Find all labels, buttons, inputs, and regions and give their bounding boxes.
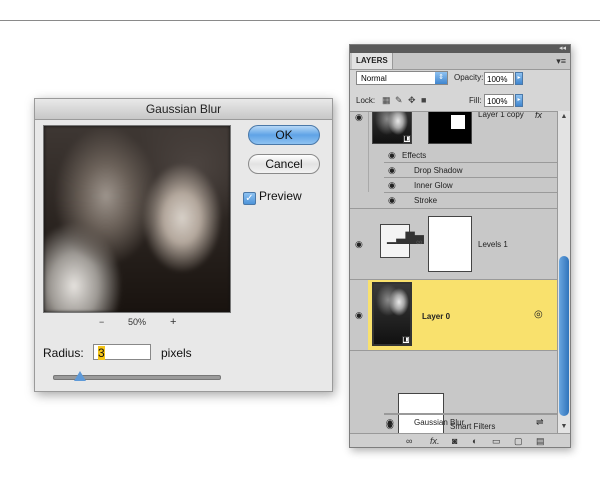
divider	[384, 162, 557, 163]
add-layer-style-icon[interactable]: fx.	[430, 435, 440, 447]
filter-gaussian-blur[interactable]: Gaussian Blur	[414, 418, 464, 427]
link-layers-icon[interactable]: ∞	[406, 435, 412, 447]
radius-label: Radius:	[43, 346, 84, 360]
lock-position-icon[interactable]: ✥	[408, 95, 416, 105]
fill-input[interactable]: 100%	[484, 94, 514, 107]
lock-all-icon[interactable]: ■	[421, 95, 426, 105]
preview-checkbox[interactable]: ✓	[243, 192, 256, 205]
layer-name-layer-1-copy[interactable]: Layer 1 copy	[478, 112, 524, 119]
layers-bottom-toolbar: ∞ fx. ◙ ◐ ▭ ▢ ▤	[350, 433, 570, 447]
visibility-eye-icon[interactable]: ◉	[355, 239, 363, 250]
tab-layers[interactable]: LAYERS	[352, 53, 393, 69]
layers-panel: ◂◂ LAYERS ▾≡ Normal ⇕ Opacity: 100% ▸ Lo…	[349, 44, 571, 448]
radius-slider-thumb[interactable]	[74, 371, 86, 381]
stroke-eye-icon[interactable]: ◉	[388, 195, 396, 206]
opacity-dropdown-icon[interactable]: ▸	[515, 72, 523, 85]
collapse-icon[interactable]: ◂◂	[559, 45, 566, 53]
preview-label: Preview	[259, 189, 302, 203]
effects-visibility-eye-icon[interactable]: ◉	[388, 150, 396, 161]
link-icon[interactable]: ∞	[416, 237, 422, 247]
opacity-input[interactable]: 100%	[484, 72, 514, 85]
filter-options-icon[interactable]: ⇌	[536, 417, 544, 428]
fill-label: Fill:	[469, 96, 482, 105]
lock-image-icon[interactable]: ✎	[395, 95, 403, 105]
drop-shadow-eye-icon[interactable]: ◉	[388, 165, 396, 176]
layer-thumbnail[interactable]: ◧	[372, 112, 412, 144]
panel-menu-icon[interactable]: ▾≡	[556, 53, 566, 69]
select-arrows-icon: ⇕	[435, 72, 447, 84]
ok-button[interactable]: OK	[248, 125, 320, 145]
zoom-out-button[interactable]: −	[99, 317, 104, 327]
preview-photo	[44, 126, 230, 312]
preview-checkbox-row[interactable]: ✓ Preview	[243, 189, 302, 205]
layer-mask-thumbnail[interactable]	[428, 216, 472, 272]
top-rule	[0, 20, 600, 21]
scroll-down-icon[interactable]: ▼	[558, 421, 570, 433]
visibility-column	[350, 112, 369, 192]
new-layer-icon[interactable]: ▢	[514, 435, 523, 447]
gaussian-blur-dialog: Gaussian Blur − 50% + OK Cancel ✓ Preview…	[34, 98, 333, 392]
effect-inner-glow[interactable]: Inner Glow	[414, 181, 453, 190]
layers-scrollbar[interactable]: ▲ ▼	[557, 111, 570, 433]
delete-layer-icon[interactable]: ▤	[536, 435, 545, 447]
levels-adjustment-thumbnail[interactable]: ▁▃▇▅	[380, 224, 424, 258]
lock-label: Lock:	[356, 96, 376, 105]
visibility-eye-icon[interactable]: ◉	[355, 112, 363, 123]
preview-window[interactable]	[43, 125, 231, 313]
layers-list: ◉ ◧ Layer 1 copy fx ◉ Effects ◉ Drop Sha…	[350, 111, 557, 434]
fill-dropdown-icon[interactable]: ▸	[515, 94, 523, 107]
effect-stroke[interactable]: Stroke	[414, 196, 437, 205]
layer-name-levels-1[interactable]: Levels 1	[478, 240, 508, 249]
effects-label: Effects	[402, 151, 427, 160]
panel-header-bar: ◂◂	[350, 45, 570, 53]
layer-name-layer-0[interactable]: Layer 0	[422, 312, 450, 321]
inner-glow-eye-icon[interactable]: ◉	[388, 180, 396, 191]
opacity-label: Opacity:	[454, 73, 484, 82]
layer-thumbnail[interactable]: ◧	[372, 282, 412, 346]
smart-object-icon: ◧	[402, 336, 410, 344]
zoom-in-button[interactable]: +	[170, 316, 176, 328]
radius-units: pixels	[161, 346, 192, 360]
visibility-eye-icon[interactable]: ◉	[355, 310, 363, 321]
radius-value: 3	[98, 346, 105, 360]
divider	[384, 192, 557, 193]
blend-mode-value: Normal	[361, 74, 387, 83]
divider	[384, 413, 557, 414]
mask-shape	[451, 115, 465, 129]
smart-object-icon: ◧	[403, 135, 411, 143]
panel-tab-bar: LAYERS ▾≡	[350, 53, 570, 70]
new-group-icon[interactable]: ▭	[492, 435, 501, 447]
divider	[384, 414, 557, 415]
add-mask-icon[interactable]: ◙	[452, 435, 457, 447]
layer-mask-thumbnail[interactable]	[428, 112, 472, 144]
divider	[350, 208, 557, 209]
blend-mode-select[interactable]: Normal ⇕	[356, 71, 448, 85]
zoom-level: 50%	[128, 317, 147, 327]
dialog-title: Gaussian Blur	[35, 99, 332, 120]
scroll-thumb[interactable]	[559, 256, 569, 416]
divider	[350, 350, 557, 351]
radius-input[interactable]: 3	[93, 344, 151, 360]
fx-icon[interactable]: fx	[535, 112, 542, 120]
cancel-button[interactable]: Cancel	[248, 154, 320, 174]
smart-filter-icon[interactable]: ◎	[534, 309, 543, 320]
divider	[384, 177, 557, 178]
adjustment-layer-icon[interactable]: ◐	[472, 435, 477, 447]
lock-transparent-icon[interactable]: ▦	[382, 95, 391, 105]
gaussian-blur-eye-icon[interactable]: ◉	[386, 417, 394, 428]
effect-drop-shadow[interactable]: Drop Shadow	[414, 166, 462, 175]
scroll-up-icon[interactable]: ▲	[558, 111, 570, 123]
